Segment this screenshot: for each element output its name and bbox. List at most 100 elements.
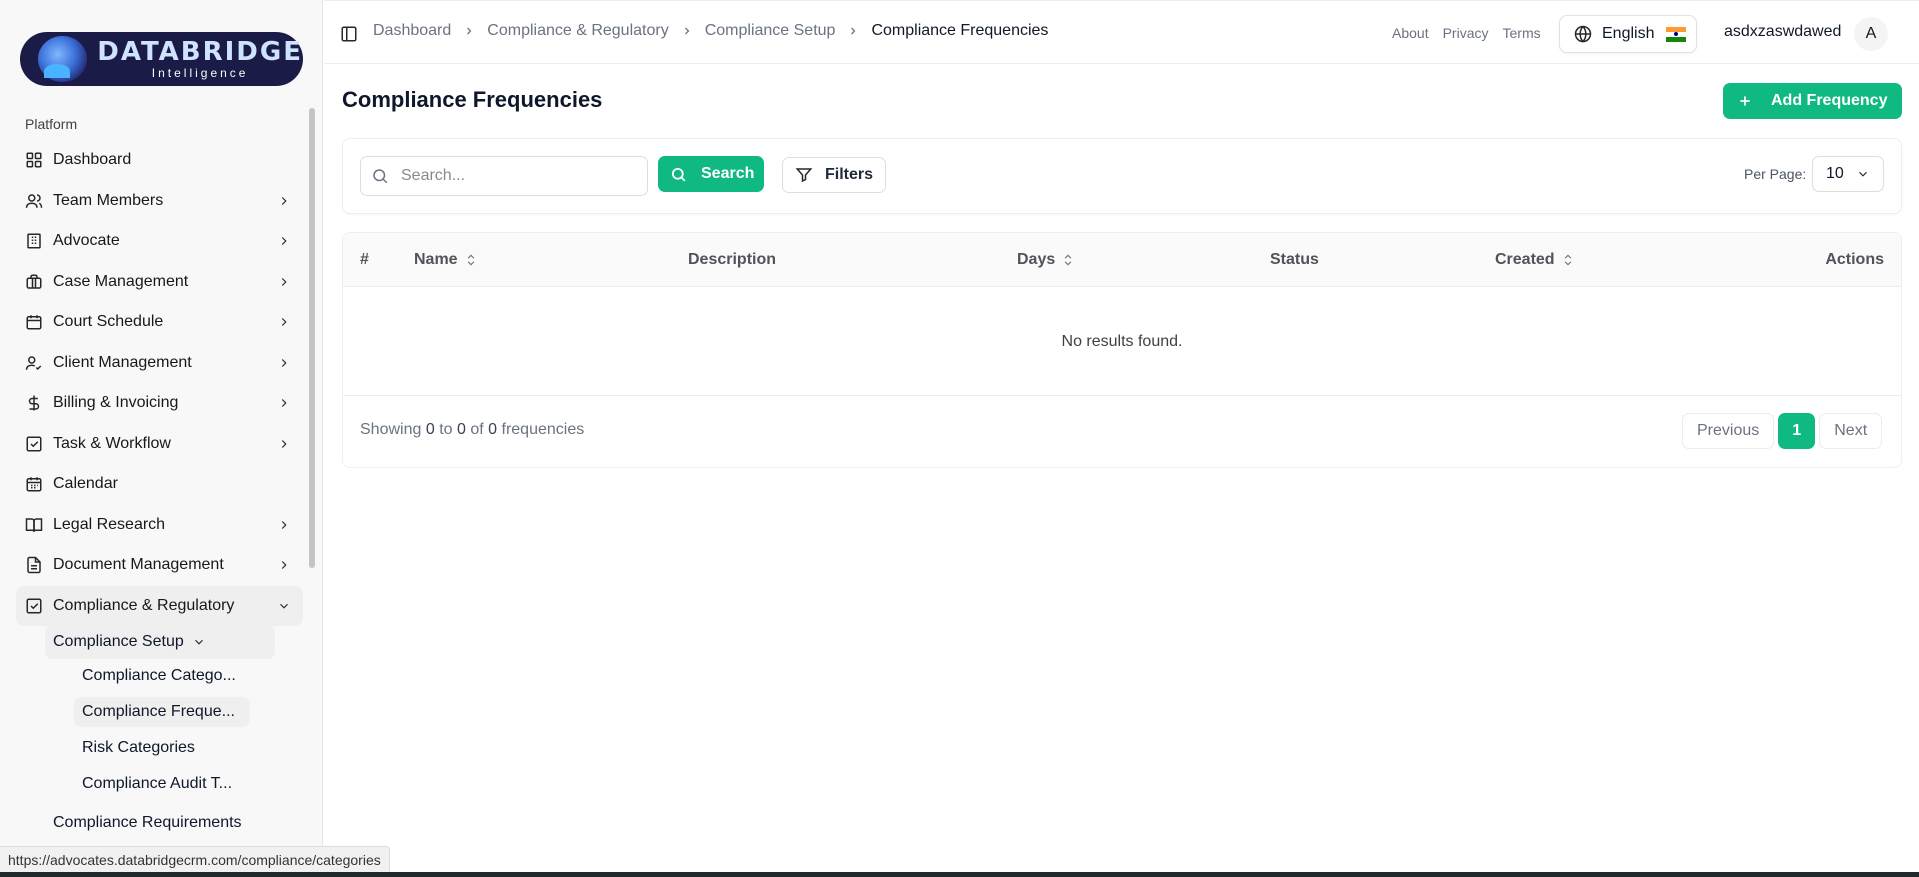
sidebar-item-label: Client Management [53,353,192,371]
sidebar-item-label: Document Management [53,556,224,574]
sidebar-item-legal-research[interactable]: Legal Research [16,505,303,546]
sidebar-item-task-workflow[interactable]: Task & Workflow [16,424,303,465]
sidebar-item-label: Dashboard [53,151,132,169]
chevron-right-icon [281,277,287,286]
filters-button-label: Filters [825,166,874,183]
showing-of-word: of [470,421,484,438]
building-icon [27,233,41,249]
about-link[interactable]: About [1392,25,1429,41]
column-label: # [360,251,369,268]
sidebar-item-label: Legal Research [53,515,166,533]
per-page-value: 10 [1826,165,1844,182]
sidebar-item-court-schedule[interactable]: Court Schedule [16,302,303,343]
sidebar-item-label: Task & Workflow [53,434,171,452]
language-label: English [1602,25,1655,42]
filter-toolbar: Search Filters Per Page: 10 [342,138,1902,214]
chevron-right-icon [281,399,287,408]
avatar[interactable]: A [1854,17,1888,51]
sidebar-item-case-management[interactable]: Case Management [16,262,303,303]
search-input[interactable] [401,167,621,185]
sidebar-subitem-label: Compliance Setup [53,633,184,650]
chevron-right-icon [684,27,690,35]
chevron-right-icon [851,27,856,35]
showing-prefix: Showing [360,421,422,438]
sidebar-scrollbar[interactable] [309,108,315,568]
search-icon [671,167,686,182]
showing-suffix: frequencies [501,421,585,438]
sidebar-subitem-risk-categories[interactable]: Risk Categories [74,733,250,763]
column-label: Name [414,251,458,268]
sidebar-item-compliance-regulatory[interactable]: Compliance & Regulatory [16,585,303,626]
sidebar-item-label: Case Management [53,272,189,290]
username[interactable]: asdxzaswdawed [1724,23,1841,41]
calendar-icon [26,315,42,330]
search-icon [373,169,388,184]
breadcrumb-compliance-setup[interactable]: Compliance Setup [705,22,836,40]
column-header-status: Status [1270,251,1319,269]
sidebar-item-advocate[interactable]: Advocate [16,221,303,262]
column-label: Days [1017,251,1056,268]
status-bar-url: https://advocates.databridgecrm.com/comp… [0,846,390,872]
brand-logo[interactable]: DATABRIDGE Intelligence [20,32,303,86]
column-header-name[interactable]: Name [414,251,478,269]
sidebar-item-label: Advocate [53,232,120,250]
chevron-right-icon [281,318,287,327]
search-button[interactable]: Search [658,156,764,192]
plus-icon [1740,96,1750,106]
sidebar-subitem-compliance-setup[interactable]: Compliance Setup [45,625,275,659]
column-header-actions: Actions [1825,251,1884,269]
search-button-label: Search [701,165,755,182]
sidebar-subitem-compliance-requirements[interactable]: Compliance Requirements [45,808,242,838]
sidebar-item-client-management[interactable]: Client Management [16,343,303,384]
sidebar-item-label: Calendar [53,475,118,493]
column-label: Status [1270,251,1319,268]
search-field[interactable] [360,156,648,196]
sidebar-item-label: Compliance & Regulatory [53,596,235,614]
chevron-right-icon [281,439,287,448]
language-selector[interactable]: English [1559,15,1697,53]
sidebar-item-document-management[interactable]: Document Management [16,545,303,586]
showing-summary: Showing 0 to 0 of 0 frequencies [360,421,584,439]
sidebar-subitem-compliance-frequencies[interactable]: Compliance Freque... [74,697,250,727]
breadcrumb-compliance-regulatory[interactable]: Compliance & Regulatory [487,22,668,40]
column-header-index: # [360,251,369,269]
column-label: Created [1495,251,1555,268]
header-links: About Privacy Terms [1392,25,1541,41]
user-check-icon [25,356,42,370]
column-header-description: Description [688,251,776,269]
column-header-created[interactable]: Created [1495,251,1575,269]
add-frequency-button[interactable]: Add Frequency [1723,83,1902,119]
filters-button[interactable]: Filters [782,157,886,193]
sidebar-item-calendar[interactable]: Calendar [16,464,303,505]
sidebar: DATABRIDGE Intelligence Platform Dashboa… [0,0,323,877]
page-number-button[interactable]: 1 [1778,413,1816,449]
logo-mark-icon [38,36,88,82]
column-label: Actions [1825,251,1884,268]
chevron-right-icon [467,27,472,35]
breadcrumb-current: Compliance Frequencies [871,22,1049,39]
book-icon [25,518,43,532]
breadcrumb-dashboard[interactable]: Dashboard [373,22,451,40]
next-page-button[interactable]: Next [1819,413,1883,449]
previous-page-button[interactable]: Previous [1682,413,1775,449]
column-header-days[interactable]: Days [1017,251,1075,269]
taskbar-strip [0,872,1919,877]
breadcrumb: Dashboard Compliance & Regulatory Compli… [373,22,1048,40]
sidebar-item-billing-invoicing[interactable]: Billing & Invoicing [16,383,303,424]
terms-link[interactable]: Terms [1503,25,1541,41]
india-flag-icon [1666,26,1687,42]
sidebar-item-team-members[interactable]: Team Members [16,181,303,222]
sidebar-item-label: Court Schedule [53,313,164,331]
sidebar-subitem-compliance-audit[interactable]: Compliance Audit T... [74,769,250,799]
sidebar-section-label: Platform [25,116,78,132]
brand-tagline: Intelligence [151,66,249,80]
sidebar-item-dashboard[interactable]: Dashboard [16,140,303,181]
sidebar-toggle-icon[interactable] [340,25,358,43]
showing-to: 0 [456,421,466,438]
sidebar-subitem-compliance-categories[interactable]: Compliance Catego... [74,661,250,691]
privacy-link[interactable]: Privacy [1443,25,1489,41]
chevron-down-icon [1858,171,1867,177]
per-page-select[interactable]: 10 [1812,156,1884,192]
chevron-right-icon [281,237,287,246]
document-icon [27,557,41,574]
